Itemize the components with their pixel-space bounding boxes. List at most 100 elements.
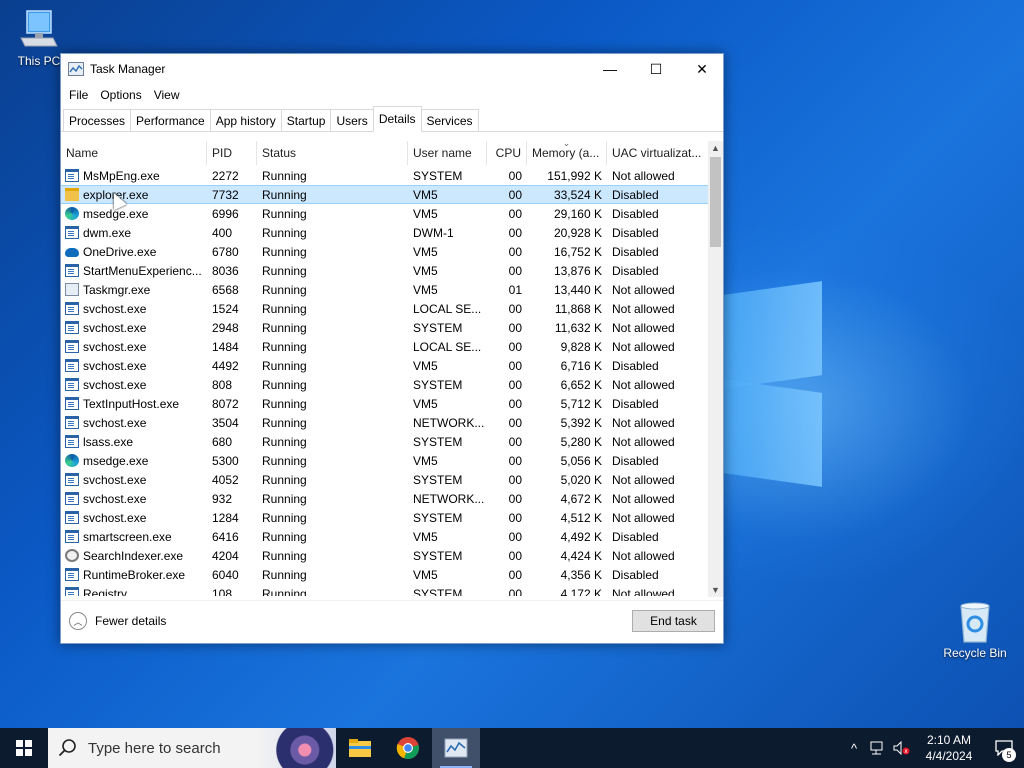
title-bar[interactable]: Task Manager — ☐ ✕ [61,54,723,84]
column-header-pid[interactable]: PID [207,141,257,165]
taskbar-search-box[interactable]: Type here to search [48,728,336,768]
process-row[interactable]: svchost.exe 1484 Running LOCAL SE... 00 9,828… [61,337,709,356]
process-row[interactable]: Registry 108 Running SYSTEM 00 4,172 K Not all… [61,584,709,596]
column-header-memory[interactable]: ⌄ Memory (a... [527,141,607,165]
process-uac-cell: Not allowed [612,282,675,297]
start-button[interactable] [0,728,48,768]
process-row[interactable]: StartMenuExperienc... 8036 Running VM5 00 13,… [61,261,709,280]
scroll-thumb[interactable] [710,157,721,247]
process-row[interactable]: smartscreen.exe 6416 Running VM5 00 4,492 K Di… [61,527,709,546]
process-row[interactable]: msedge.exe 5300 Running VM5 00 5,056 K Disable… [61,451,709,470]
process-name-cell: svchost.exe [61,473,207,487]
process-row[interactable]: lsass.exe 680 Running SYSTEM 00 5,280 K Not al… [61,432,709,451]
tab-details[interactable]: Details [372,106,422,132]
process-name-cell: svchost.exe [61,321,207,335]
process-memory-cell: 5,280 K [560,434,602,449]
column-header-status[interactable]: Status [257,141,408,165]
column-header-user-name[interactable]: User name [408,141,487,165]
tab-processes[interactable]: Processes [63,109,132,131]
tab-users[interactable]: Users [330,109,374,131]
process-uac-cell: Disabled [612,567,659,582]
process-cpu-cell: 00 [508,225,522,240]
process-name-label: MsMpEng.exe [83,168,160,183]
process-status-cell: Running [262,301,307,316]
process-row[interactable]: svchost.exe 4492 Running VM5 00 6,716 K Disabl… [61,356,709,375]
process-memory-cell: 13,876 K [553,263,602,278]
process-status-cell: Running [262,206,307,221]
tab-startup[interactable]: Startup [280,109,332,131]
process-row[interactable]: explorer.exe 7732 Running VM5 00 33,524 K Disa… [61,185,709,204]
process-status-cell: Running [262,510,307,525]
process-memory-cell: 5,056 K [560,453,602,468]
process-row[interactable]: svchost.exe 1284 Running SYSTEM 00 4,512 K Not… [61,508,709,527]
process-user-cell: VM5 [413,206,438,221]
scroll-up-icon[interactable]: ▲ [708,141,723,155]
menu-options[interactable]: Options [94,88,147,102]
end-task-button[interactable]: End task [632,610,715,632]
process-row[interactable]: svchost.exe 932 Running NETWORK... 00 4,672 K… [61,489,709,508]
maximize-button[interactable]: ☐ [633,54,679,84]
taskbar-chrome[interactable] [384,728,432,768]
process-row[interactable]: svchost.exe 808 Running SYSTEM 00 6,652 K Not … [61,375,709,394]
desktop-icon-recycle-bin[interactable]: Recycle Bin [938,600,1012,660]
process-memory-cell: 4,492 K [560,529,602,544]
column-header-name[interactable]: Name [61,141,207,165]
process-pid-cell: 6996 [212,206,239,221]
process-row[interactable]: SearchIndexer.exe 4204 Running SYSTEM 00 4,42… [61,546,709,565]
taskbar-clock[interactable]: 2:10 AM 4/4/2024 [914,732,984,764]
process-cpu-cell: 00 [508,472,522,487]
process-row[interactable]: svchost.exe 1524 Running LOCAL SE... 00 11,86… [61,299,709,318]
chevron-up-icon[interactable]: ^ [842,728,866,768]
taskbar-task-manager[interactable] [432,728,480,768]
process-row[interactable]: MsMpEng.exe 2272 Running SYSTEM 00 151,992 K N… [61,166,709,185]
process-row[interactable]: svchost.exe 2948 Running SYSTEM 00 11,632 K No… [61,318,709,337]
process-row[interactable]: msedge.exe 6996 Running VM5 00 29,160 K Disabl… [61,204,709,223]
recycle-bin-icon [953,600,997,644]
process-pid-cell: 1284 [212,510,239,525]
column-header-uac[interactable]: UAC virtualizat... [607,141,709,165]
scroll-down-icon[interactable]: ▼ [708,583,723,597]
process-status-cell: Running [262,529,307,544]
vertical-scrollbar[interactable]: ▲ ▼ [708,141,723,597]
tab-services[interactable]: Services [420,109,479,131]
close-button[interactable]: ✕ [679,54,725,84]
minimize-button[interactable]: — [587,54,633,84]
process-name-label: TextInputHost.exe [83,396,180,411]
taskbar-file-explorer[interactable] [336,728,384,768]
process-cpu-cell: 00 [508,567,522,582]
process-memory-cell: 16,752 K [553,244,602,259]
process-row[interactable]: svchost.exe 3504 Running NETWORK... 00 5,392 … [61,413,709,432]
process-memory-cell: 29,160 K [553,206,602,221]
app-icon [65,568,79,581]
tab-app-history[interactable]: App history [209,109,282,131]
process-memory-cell: 20,928 K [553,225,602,240]
process-row[interactable]: Taskmgr.exe 6568 Running VM5 01 13,440 K Not a… [61,280,709,299]
column-header-cpu[interactable]: CPU [487,141,527,165]
tab-performance[interactable]: Performance [130,109,211,131]
process-row[interactable]: OneDrive.exe 6780 Running VM5 00 16,752 K Disa… [61,242,709,261]
process-status-cell: Running [262,282,307,297]
process-cpu-cell: 00 [508,206,522,221]
process-status-cell: Running [262,358,307,373]
network-icon[interactable] [866,728,890,768]
process-name-label: Taskmgr.exe [83,282,151,297]
process-row[interactable]: RuntimeBroker.exe 6040 Running VM5 00 4,356 K… [61,565,709,584]
fewer-details-button[interactable]: ︿ Fewer details [69,612,166,630]
process-row[interactable]: dwm.exe 400 Running DWM-1 00 20,928 K Disabled [61,223,709,242]
action-center-button[interactable]: 5 [984,728,1024,768]
process-cpu-cell: 00 [508,187,522,202]
menu-view[interactable]: View [148,88,186,102]
process-name-cell: RuntimeBroker.exe [61,568,207,582]
process-uac-cell: Not allowed [612,510,675,525]
volume-muted-icon[interactable]: x [890,728,914,768]
process-row[interactable]: svchost.exe 4052 Running SYSTEM 00 5,020 K Not… [61,470,709,489]
menu-file[interactable]: File [63,88,94,102]
process-row[interactable]: TextInputHost.exe 8072 Running VM5 00 5,712 K… [61,394,709,413]
process-name-cell: smartscreen.exe [61,530,207,544]
process-name-cell: msedge.exe [61,454,207,468]
search-indexer-icon [65,549,79,562]
process-status-cell: Running [262,396,307,411]
process-user-cell: NETWORK... [413,415,485,430]
process-cpu-cell: 00 [508,415,522,430]
process-name-cell: svchost.exe [61,302,207,316]
